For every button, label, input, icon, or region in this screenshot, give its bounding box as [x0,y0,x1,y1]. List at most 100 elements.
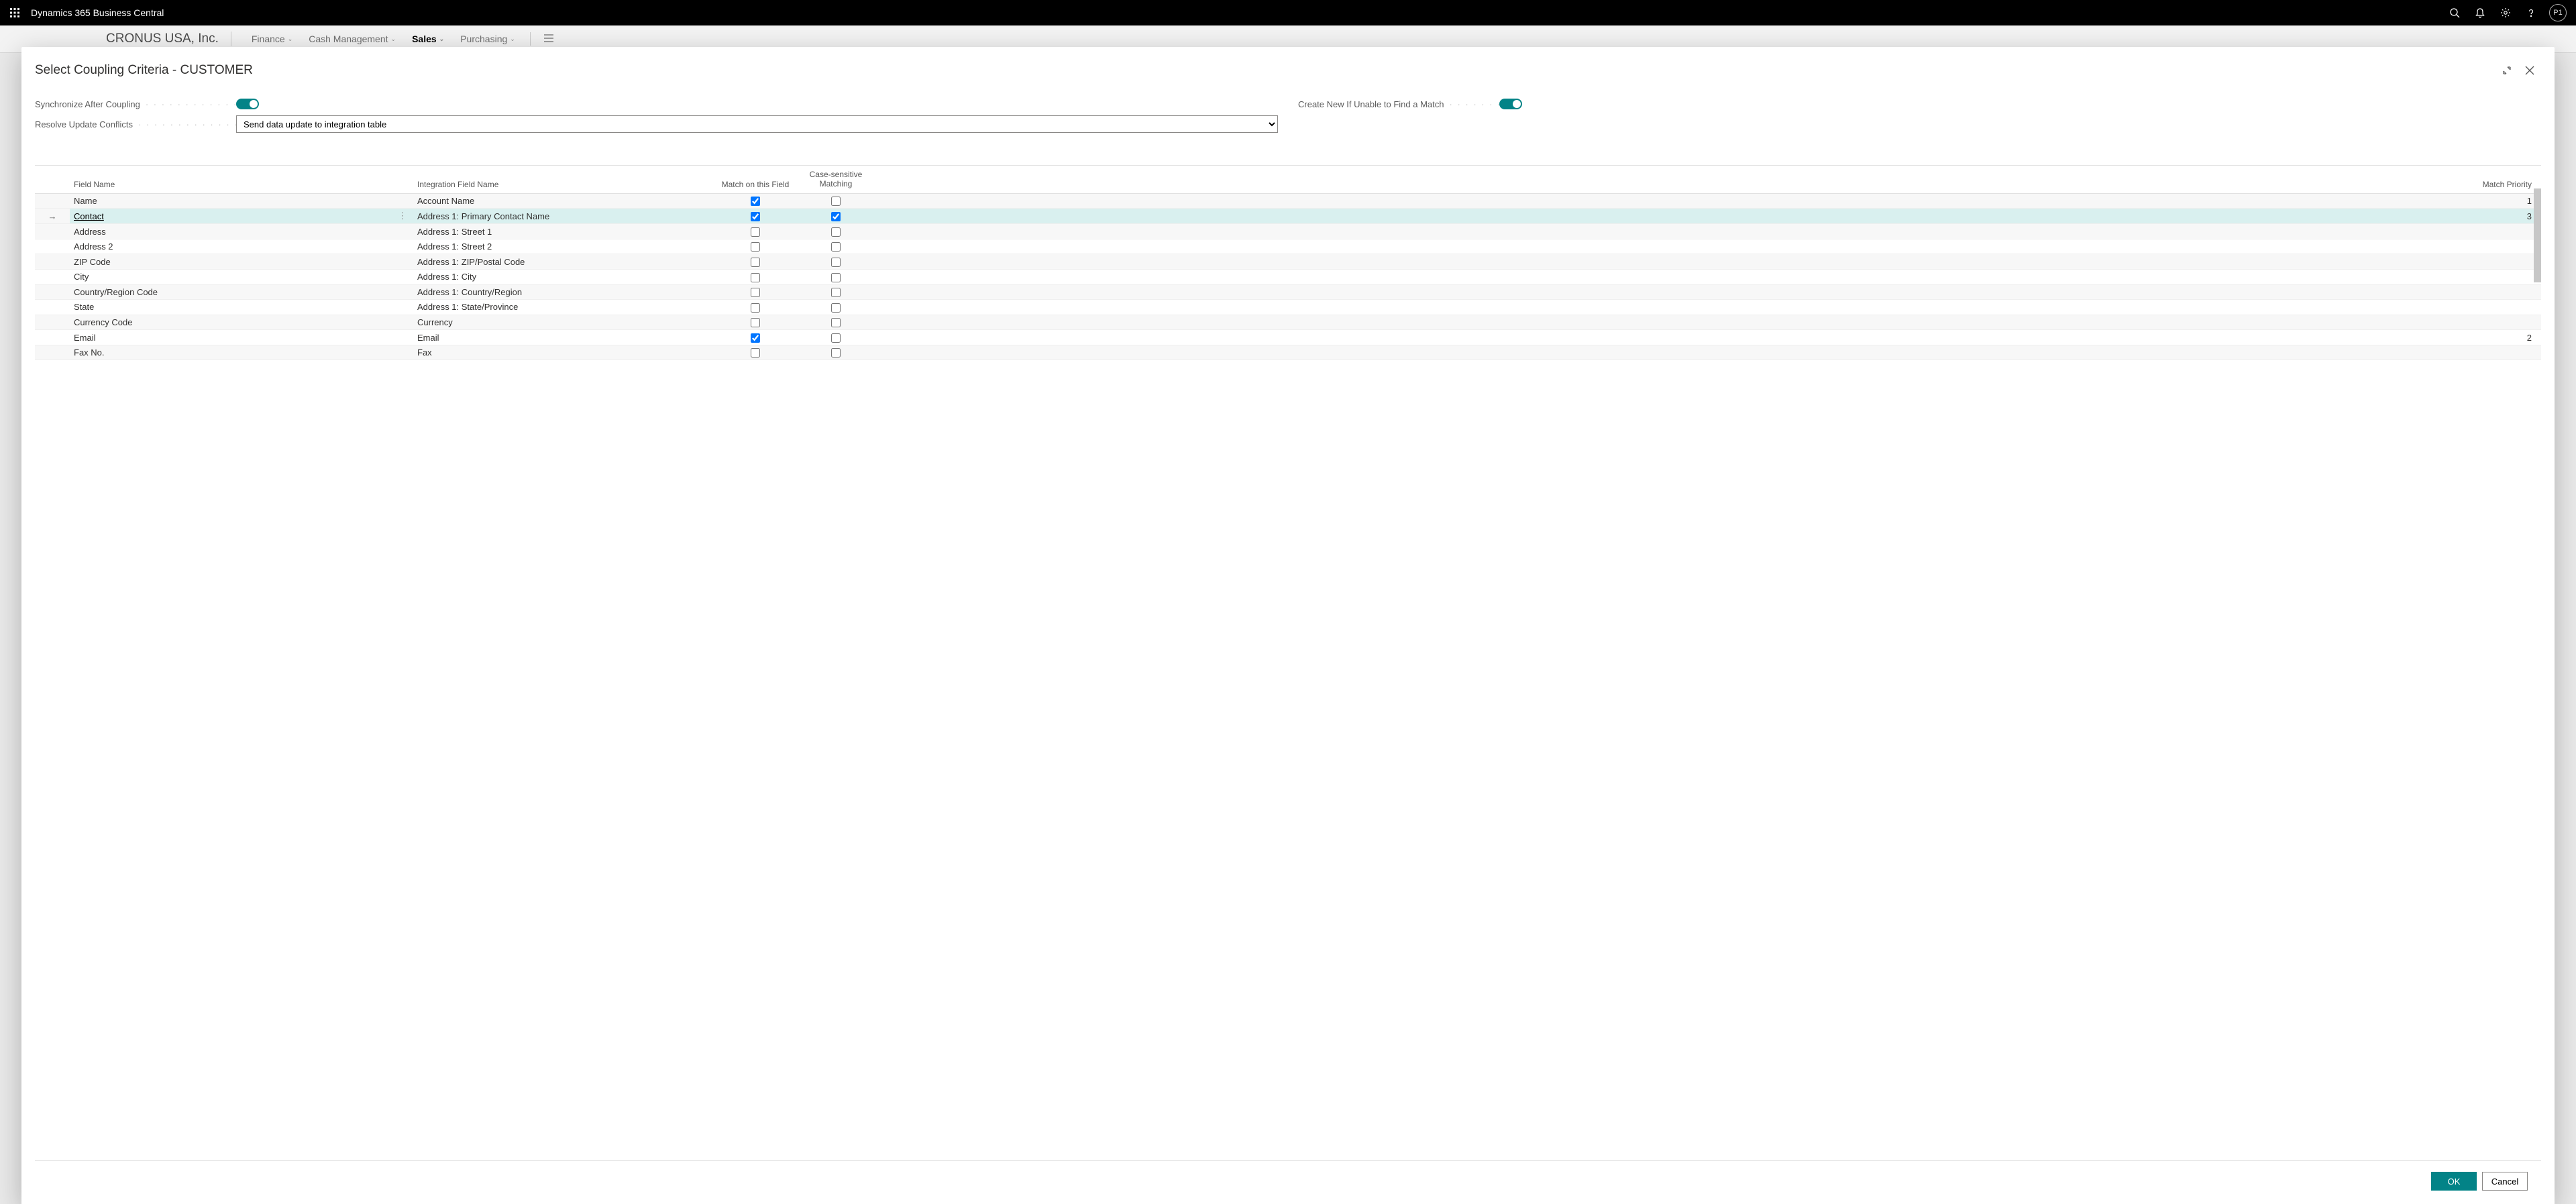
row-action-icon[interactable] [392,345,413,360]
row-action-icon[interactable] [392,239,413,254]
cell-integration-field[interactable]: Address 1: Street 1 [413,224,715,239]
case-sensitive-checkbox[interactable] [831,288,841,297]
table-row[interactable]: Name Account Name 1 [35,193,2541,209]
match-checkbox[interactable] [751,242,760,252]
col-match[interactable]: Match on this Field [715,166,796,193]
cell-priority[interactable] [876,270,2541,285]
row-action-icon[interactable] [392,254,413,270]
cell-integration-field[interactable]: Address 1: Primary Contact Name [413,209,715,224]
resolve-conflicts-select[interactable]: Send data update to integration table [236,115,1278,133]
cell-priority[interactable] [876,239,2541,254]
case-sensitive-checkbox[interactable] [831,242,841,252]
col-case[interactable]: Case-sensitive Matching [796,166,876,193]
cell-priority[interactable] [876,284,2541,300]
case-sensitive-checkbox[interactable] [831,303,841,313]
cell-priority[interactable]: 2 [876,330,2541,345]
cell-priority[interactable]: 3 [876,209,2541,224]
table-row[interactable]: Currency Code Currency [35,315,2541,330]
cell-integration-field[interactable]: Account Name [413,193,715,209]
case-sensitive-checkbox[interactable] [831,318,841,327]
row-action-icon[interactable] [392,270,413,285]
cell-integration-field[interactable]: Address 1: Country/Region [413,284,715,300]
match-checkbox[interactable] [751,333,760,343]
table-row[interactable]: Fax No. Fax [35,345,2541,360]
nav-item-finance[interactable]: Finance⌄ [244,34,301,44]
table-row[interactable]: Address 2 Address 1: Street 2 [35,239,2541,254]
table-row[interactable]: ZIP Code Address 1: ZIP/Postal Code [35,254,2541,270]
expand-icon[interactable] [2496,59,2518,82]
nav-item-sales[interactable]: Sales⌄ [404,34,452,44]
cell-field-name[interactable]: Fax No. [70,345,372,360]
cell-field-name[interactable]: Email [70,330,372,345]
cell-field-name[interactable]: Address [70,224,372,239]
nav-item-cash-management[interactable]: Cash Management⌄ [301,34,404,44]
row-action-icon[interactable] [392,193,413,209]
match-checkbox[interactable] [751,273,760,282]
col-field-name[interactable]: Field Name [70,166,372,193]
table-row[interactable]: Email Email 2 [35,330,2541,345]
match-checkbox[interactable] [751,258,760,267]
sync-after-coupling-toggle[interactable] [236,99,259,109]
match-checkbox[interactable] [751,318,760,327]
ok-button[interactable]: OK [2431,1172,2477,1191]
table-row[interactable]: City Address 1: City [35,270,2541,285]
settings-icon[interactable] [2493,0,2518,25]
case-sensitive-checkbox[interactable] [831,333,841,343]
cell-field-name[interactable]: City [70,270,372,285]
cell-field-name[interactable]: Contact [70,209,372,224]
help-icon[interactable] [2518,0,2544,25]
case-sensitive-checkbox[interactable] [831,348,841,358]
table-scrollbar[interactable] [2534,188,2541,282]
create-new-toggle[interactable] [1499,99,1522,109]
row-action-icon[interactable] [392,224,413,239]
company-name[interactable]: CRONUS USA, Inc. [106,32,231,46]
cell-priority[interactable] [876,345,2541,360]
app-launcher-icon[interactable] [4,2,25,23]
nav-item-purchasing[interactable]: Purchasing⌄ [452,34,523,44]
table-row[interactable]: →Contact⋮Address 1: Primary Contact Name… [35,209,2541,224]
row-action-icon[interactable] [392,300,413,315]
cell-field-name[interactable]: State [70,300,372,315]
match-checkbox[interactable] [751,212,760,221]
cell-integration-field[interactable]: Address 1: ZIP/Postal Code [413,254,715,270]
cell-integration-field[interactable]: Email [413,330,715,345]
search-icon[interactable] [2442,0,2467,25]
table-row[interactable]: Country/Region Code Address 1: Country/Re… [35,284,2541,300]
cell-field-name[interactable]: Name [70,193,372,209]
close-icon[interactable] [2518,59,2541,82]
cell-field-name[interactable]: Currency Code [70,315,372,330]
table-row[interactable]: Address Address 1: Street 1 [35,224,2541,239]
match-checkbox[interactable] [751,227,760,237]
cell-priority[interactable] [876,224,2541,239]
row-action-icon[interactable]: ⋮ [392,209,413,224]
cell-priority[interactable]: 1 [876,193,2541,209]
avatar[interactable]: P1 [2549,4,2567,21]
cell-integration-field[interactable]: Currency [413,315,715,330]
match-checkbox[interactable] [751,303,760,313]
notification-icon[interactable] [2467,0,2493,25]
cell-integration-field[interactable]: Address 1: Street 2 [413,239,715,254]
cell-integration-field[interactable]: Address 1: State/Province [413,300,715,315]
cell-priority[interactable] [876,300,2541,315]
row-action-icon[interactable] [392,330,413,345]
cell-integration-field[interactable]: Address 1: City [413,270,715,285]
case-sensitive-checkbox[interactable] [831,258,841,267]
match-checkbox[interactable] [751,197,760,206]
more-nav-icon[interactable] [537,34,560,44]
cell-integration-field[interactable]: Fax [413,345,715,360]
col-integration-field[interactable]: Integration Field Name [413,166,715,193]
row-action-icon[interactable] [392,284,413,300]
match-checkbox[interactable] [751,288,760,297]
col-priority[interactable]: Match Priority [876,166,2541,193]
cell-priority[interactable] [876,315,2541,330]
case-sensitive-checkbox[interactable] [831,227,841,237]
cell-field-name[interactable]: Country/Region Code [70,284,372,300]
cell-field-name[interactable]: ZIP Code [70,254,372,270]
case-sensitive-checkbox[interactable] [831,273,841,282]
row-action-icon[interactable] [392,315,413,330]
case-sensitive-checkbox[interactable] [831,197,841,206]
case-sensitive-checkbox[interactable] [831,212,841,221]
cell-field-name[interactable]: Address 2 [70,239,372,254]
table-row[interactable]: State Address 1: State/Province [35,300,2541,315]
match-checkbox[interactable] [751,348,760,358]
